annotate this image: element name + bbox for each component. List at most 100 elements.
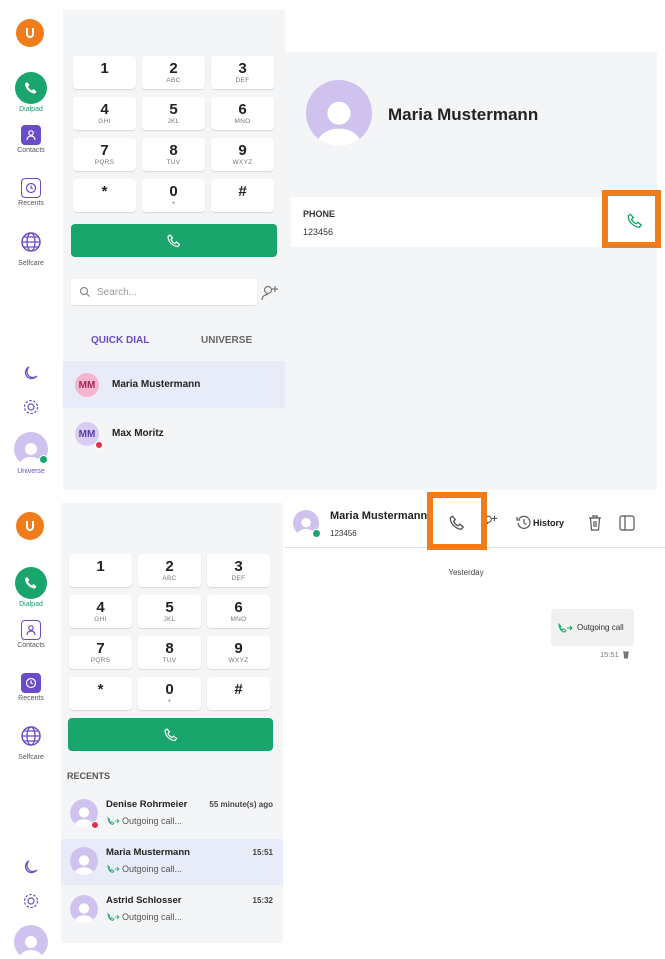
nav-dialpad[interactable]: Dialpad xyxy=(0,72,62,113)
call-event-time: 15:51 xyxy=(600,650,619,659)
recent-call-item[interactable]: Maria Mustermann 15:51 Outgoing call... xyxy=(61,839,283,885)
settings-button[interactable] xyxy=(0,892,62,915)
dial-key-8[interactable]: 8 TUV xyxy=(142,138,205,171)
dial-key-1[interactable]: 1 xyxy=(73,56,136,89)
contact-avatar xyxy=(306,80,372,146)
dial-key-star[interactable]: * xyxy=(69,677,132,710)
busy-status-dot xyxy=(91,821,99,829)
dial-key-letters: JKL xyxy=(163,616,176,623)
nav-selfcare[interactable]: Selfcare xyxy=(0,725,62,761)
dial-key-digit: 3 xyxy=(238,60,247,77)
dial-key-3[interactable]: 3 DEF xyxy=(207,554,270,587)
recent-call-item[interactable]: Denise Rohrmeier 55 minute(s) ago Outgoing… xyxy=(61,791,283,837)
call-event-bubble: Outgoing call xyxy=(551,609,634,646)
dial-key-letters: PQRS xyxy=(90,657,111,664)
dial-key-digit: 9 xyxy=(238,142,247,159)
dial-key-digit: 6 xyxy=(238,101,247,118)
dial-key-digit: 0 xyxy=(169,183,178,200)
nav-rail: Dialpad Contacts Recents Selfcare xyxy=(0,495,62,959)
dial-key-5[interactable]: 5 JKL xyxy=(138,595,201,628)
nav-dialpad[interactable]: Dialpad xyxy=(0,567,62,608)
user-avatar xyxy=(14,925,48,959)
dial-key-digit: 7 xyxy=(100,142,109,159)
recent-name: Maria Mustermann xyxy=(106,847,190,858)
gear-icon xyxy=(23,399,39,415)
dial-key-9[interactable]: 9 WXYZ xyxy=(211,138,274,171)
recent-call-item[interactable]: Astrid Schlosser 15:32 Outgoing call... xyxy=(61,887,283,933)
history-button[interactable]: History xyxy=(515,514,564,532)
dial-key-digit: 8 xyxy=(165,640,174,657)
delete-button[interactable] xyxy=(587,514,603,537)
dial-key-6[interactable]: 6 MNO xyxy=(207,595,270,628)
recent-status: Outgoing call... xyxy=(122,816,183,826)
dial-key-1[interactable]: 1 xyxy=(69,554,132,587)
highlight-box xyxy=(602,190,661,248)
dial-key-digit: 8 xyxy=(169,142,178,159)
dial-key-7[interactable]: 7 PQRS xyxy=(73,138,136,171)
list-item[interactable]: MM Max Moritz xyxy=(63,410,285,457)
nav-selfcare[interactable]: Selfcare xyxy=(0,231,62,267)
list-item[interactable]: MM Maria Mustermann xyxy=(63,361,285,408)
trash-icon[interactable] xyxy=(622,650,630,659)
dial-key-digit: 2 xyxy=(165,558,174,575)
dial-key-letters: DEF xyxy=(231,575,246,582)
dial-key-3[interactable]: 3 DEF xyxy=(211,56,274,89)
settings-button[interactable] xyxy=(0,398,62,421)
call-event-meta: 15:51 xyxy=(600,650,630,659)
dial-key-digit: # xyxy=(238,183,247,200)
add-contact-button[interactable] xyxy=(260,283,280,308)
recent-status: Outgoing call... xyxy=(122,864,183,874)
call-button[interactable] xyxy=(71,224,277,257)
dial-key-4[interactable]: 4 GHI xyxy=(73,97,136,130)
nav-contacts[interactable]: Contacts xyxy=(0,620,62,649)
dial-key-digit: * xyxy=(101,183,108,200)
tab-quick-dial[interactable]: QUICK DIAL xyxy=(91,335,149,346)
clock-icon xyxy=(21,178,41,198)
dial-key-2[interactable]: 2 ABC xyxy=(138,554,201,587)
contact-avatar xyxy=(70,895,98,923)
add-user-icon xyxy=(261,285,278,301)
nav-recents[interactable]: Recents xyxy=(0,673,62,702)
contacts-icon xyxy=(21,125,41,145)
toggle-panel-button[interactable] xyxy=(618,514,636,537)
dial-key-hash[interactable]: # xyxy=(211,179,274,212)
dark-mode-toggle[interactable] xyxy=(0,364,62,387)
dark-mode-toggle[interactable] xyxy=(0,858,62,881)
nav-selfcare-label: Selfcare xyxy=(18,754,44,761)
dial-key-letters: WXYZ xyxy=(228,657,249,664)
day-separator: Yesterday xyxy=(448,568,484,577)
nav-universe[interactable]: Universe xyxy=(0,432,62,475)
call-button[interactable] xyxy=(68,718,273,751)
dial-key-4[interactable]: 4 GHI xyxy=(69,595,132,628)
dial-key-7[interactable]: 7 PQRS xyxy=(69,636,132,669)
history-label: History xyxy=(533,518,565,528)
history-icon xyxy=(516,515,531,529)
dial-key-digit: 7 xyxy=(96,640,105,657)
moon-icon xyxy=(24,366,38,380)
nav-universe-label: Universe xyxy=(17,468,45,475)
app-logo-icon xyxy=(16,512,44,540)
dial-key-star[interactable]: * xyxy=(73,179,136,212)
conversation-panel: Maria Mustermann 123456 History Yesterda… xyxy=(285,500,665,943)
dial-key-hash[interactable]: # xyxy=(207,677,270,710)
dial-key-8[interactable]: 8 TUV xyxy=(138,636,201,669)
recent-time: 55 minute(s) ago xyxy=(209,800,273,809)
dial-key-0[interactable]: 0 + xyxy=(142,179,205,212)
dial-key-5[interactable]: 5 JKL xyxy=(142,97,205,130)
dial-key-digit: 9 xyxy=(234,640,243,657)
nav-contacts[interactable]: Contacts xyxy=(0,125,62,154)
dial-key-2[interactable]: 2 ABC xyxy=(142,56,205,89)
nav-universe[interactable] xyxy=(0,925,62,959)
nav-recents[interactable]: Recents xyxy=(0,178,62,207)
dial-key-6[interactable]: 6 MNO xyxy=(211,97,274,130)
tab-universe[interactable]: UNIVERSE xyxy=(201,335,252,346)
dial-key-0[interactable]: 0 + xyxy=(138,677,201,710)
search-input[interactable]: Search... xyxy=(71,279,257,305)
recent-name: Astrid Schlosser xyxy=(106,895,182,906)
dial-key-digit: 5 xyxy=(165,599,174,616)
sidebar-panel-icon xyxy=(619,515,635,531)
dial-key-digit: 1 xyxy=(100,60,109,77)
dial-key-9[interactable]: 9 WXYZ xyxy=(207,636,270,669)
dial-key-letters: ABC xyxy=(166,77,181,84)
dial-key-digit: 3 xyxy=(234,558,243,575)
